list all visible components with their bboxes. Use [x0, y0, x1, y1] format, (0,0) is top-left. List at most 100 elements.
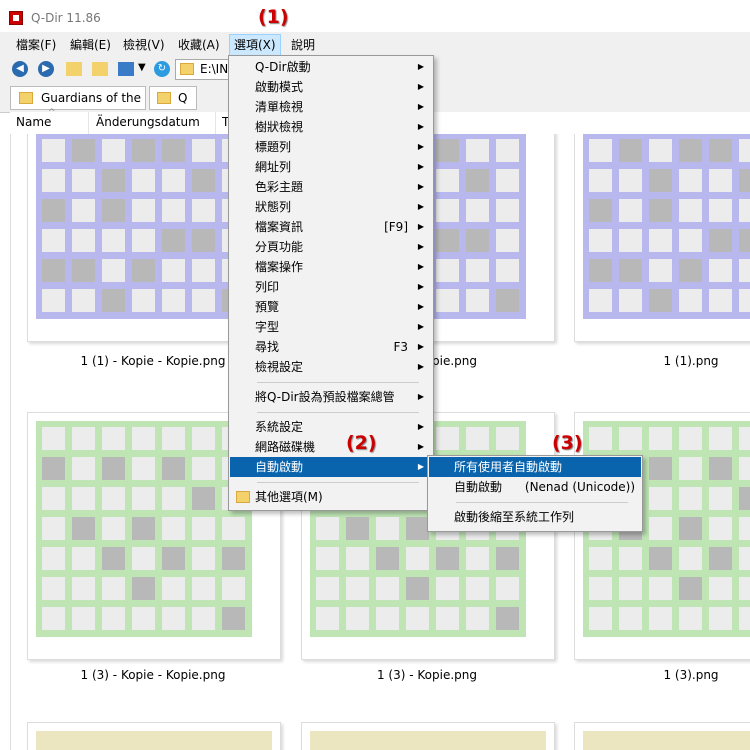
thumbnail-cell — [496, 259, 519, 282]
tab-guardians[interactable]: Guardians of the ... — [10, 86, 146, 127]
submenu-arrow-icon: ▶ — [417, 222, 424, 231]
thumbnail-cell — [649, 577, 672, 600]
thumbnail-cell — [162, 139, 185, 162]
thumbnail-cell — [589, 199, 612, 222]
column-divider[interactable] — [88, 112, 89, 134]
tab-label: Q — [178, 91, 188, 105]
menu-item-system-settings[interactable]: 系統設定 ▶ — [230, 417, 432, 437]
view-mode-dropdown-icon[interactable]: ▼ — [138, 62, 146, 73]
thumbnail-cell — [192, 169, 215, 192]
file-thumbnail[interactable] — [574, 134, 750, 342]
thumbnail-cell — [739, 487, 750, 510]
thumbnail-cell — [162, 487, 185, 510]
thumbnail-cell — [436, 259, 459, 282]
thumbnail-cell — [619, 577, 642, 600]
menu-separator — [257, 382, 419, 383]
file-thumbnail[interactable] — [301, 722, 555, 750]
thumbnail-cell — [436, 199, 459, 222]
menu-item-more-options[interactable]: 其他選項(M) — [230, 487, 432, 507]
file-name[interactable]: 1 (3) - Kopie - Kopie.png — [27, 668, 279, 682]
thumbnail-cell — [346, 517, 369, 540]
thumbnail-cell — [619, 427, 642, 450]
thumbnail-cell — [589, 289, 612, 312]
menu-item-autostart-all-users[interactable]: 所有使用者自動啟動 — [429, 457, 641, 477]
folder-icon — [180, 63, 194, 75]
menu-item-network-drive[interactable]: 網路磁碟機 ▶ — [230, 437, 432, 457]
menu-item-view-settings[interactable]: 檢視設定 ▶ — [230, 357, 432, 377]
menu-item-status-bar[interactable]: 狀態列 ▶ — [230, 197, 432, 217]
thumbnail-cell — [42, 229, 65, 252]
file-name[interactable]: 1 (3).png — [574, 668, 750, 682]
menu-file[interactable]: 檔案(F) — [12, 36, 60, 54]
menu-item-label: 自動啟動 (Nenad (Unicode)) — [454, 480, 636, 494]
submenu-arrow-icon: ▶ — [417, 342, 424, 351]
thumbnail-cell — [72, 607, 95, 630]
menu-item-font[interactable]: 字型 ▶ — [230, 317, 432, 337]
menu-item-autostart-current-user[interactable]: 自動啟動 (Nenad (Unicode)) — [429, 477, 641, 497]
menu-item-minimize-to-tray[interactable]: 啟動後縮至系統工作列 — [429, 507, 641, 527]
menu-item-preview[interactable]: 預覽 ▶ — [230, 297, 432, 317]
column-date[interactable]: Änderungsdatum — [96, 115, 200, 129]
thumbnail-image — [310, 731, 546, 750]
new-folder-icon[interactable] — [92, 62, 108, 76]
menu-edit[interactable]: 編輯(E) — [66, 36, 115, 54]
menu-item-tabs[interactable]: 分頁功能 ▶ — [230, 237, 432, 257]
file-thumbnail[interactable] — [574, 722, 750, 750]
menu-separator — [456, 502, 628, 503]
menu-item-autostart[interactable]: 自動啟動 ▶ — [230, 457, 432, 477]
menu-item-file-operations[interactable]: 檔案操作 ▶ — [230, 257, 432, 277]
menu-help[interactable]: 說明 — [287, 36, 319, 54]
thumbnail-cell — [42, 487, 65, 510]
thumbnail-cell — [739, 259, 750, 282]
file-thumbnail[interactable] — [27, 722, 281, 750]
menu-item-label: 網路磁碟機 — [255, 440, 316, 454]
menu-item-label: 檢視設定 — [255, 360, 304, 374]
menu-favorites[interactable]: 收藏(A) — [174, 36, 224, 54]
thumbnail-cell — [589, 259, 612, 282]
submenu-arrow-icon: ▶ — [417, 442, 424, 451]
thumbnail-image — [583, 731, 750, 750]
folder-up-icon[interactable] — [66, 62, 82, 76]
thumbnail-cell — [466, 259, 489, 282]
thumbnail-cell — [709, 259, 732, 282]
file-name[interactable]: 1 (3) - Kopie.png — [301, 668, 553, 682]
menu-item-color-theme[interactable]: 色彩主題 ▶ — [230, 177, 432, 197]
thumbnail-cell — [102, 547, 125, 570]
menu-item-title-bar[interactable]: 標題列 ▶ — [230, 137, 432, 157]
menu-options[interactable]: 選項(X) — [229, 34, 281, 56]
thumbnail-cell — [132, 199, 155, 222]
refresh-icon[interactable]: ↻ — [154, 61, 170, 77]
thumbnail-cell — [132, 487, 155, 510]
submenu-arrow-icon: ▶ — [417, 462, 424, 471]
thumbnail-cell — [466, 199, 489, 222]
tab-q[interactable]: Q — [149, 86, 197, 110]
thumbnail-cell — [739, 427, 750, 450]
menu-item-label: 檔案資訊 — [255, 220, 304, 234]
menu-item-tree-view[interactable]: 樹狀檢視 ▶ — [230, 117, 432, 137]
file-thumbnail[interactable] — [574, 412, 750, 660]
thumbnail-cell — [619, 289, 642, 312]
menu-view[interactable]: 檢視(V) — [119, 36, 169, 54]
view-mode-icon[interactable] — [118, 62, 134, 76]
thumbnail-cell — [42, 457, 65, 480]
menu-item-find[interactable]: 尋找 F3 ▶ — [230, 337, 432, 357]
thumbnail-cell — [649, 199, 672, 222]
thumbnail-cell — [42, 577, 65, 600]
menu-item-address-bar[interactable]: 網址列 ▶ — [230, 157, 432, 177]
menu-item-list-view[interactable]: 清單檢視 ▶ — [230, 97, 432, 117]
menu-item-label: 色彩主題 — [255, 180, 304, 194]
thumbnail-cell — [436, 427, 459, 450]
thumbnail-cell — [709, 457, 732, 480]
menu-item-print[interactable]: 列印 ▶ — [230, 277, 432, 297]
column-name[interactable]: Name — [16, 115, 51, 129]
thumbnail-cell — [102, 169, 125, 192]
menu-item-set-default-explorer[interactable]: 將Q-Dir設為預設檔案總管 ▶ — [230, 387, 432, 407]
menu-item-file-info[interactable]: 檔案資訊 [F9] ▶ — [230, 217, 432, 237]
file-name[interactable]: 1 (1).png — [574, 354, 750, 368]
address-bar[interactable]: E:\INI — [175, 59, 235, 80]
forward-icon[interactable]: ▶ — [38, 61, 54, 77]
menu-item-qdir-startup[interactable]: Q-Dir啟動 ▶ — [230, 57, 432, 77]
column-divider[interactable] — [215, 112, 216, 134]
menu-item-startup-mode[interactable]: 啟動模式 ▶ — [230, 77, 432, 97]
back-icon[interactable]: ◀ — [12, 61, 28, 77]
